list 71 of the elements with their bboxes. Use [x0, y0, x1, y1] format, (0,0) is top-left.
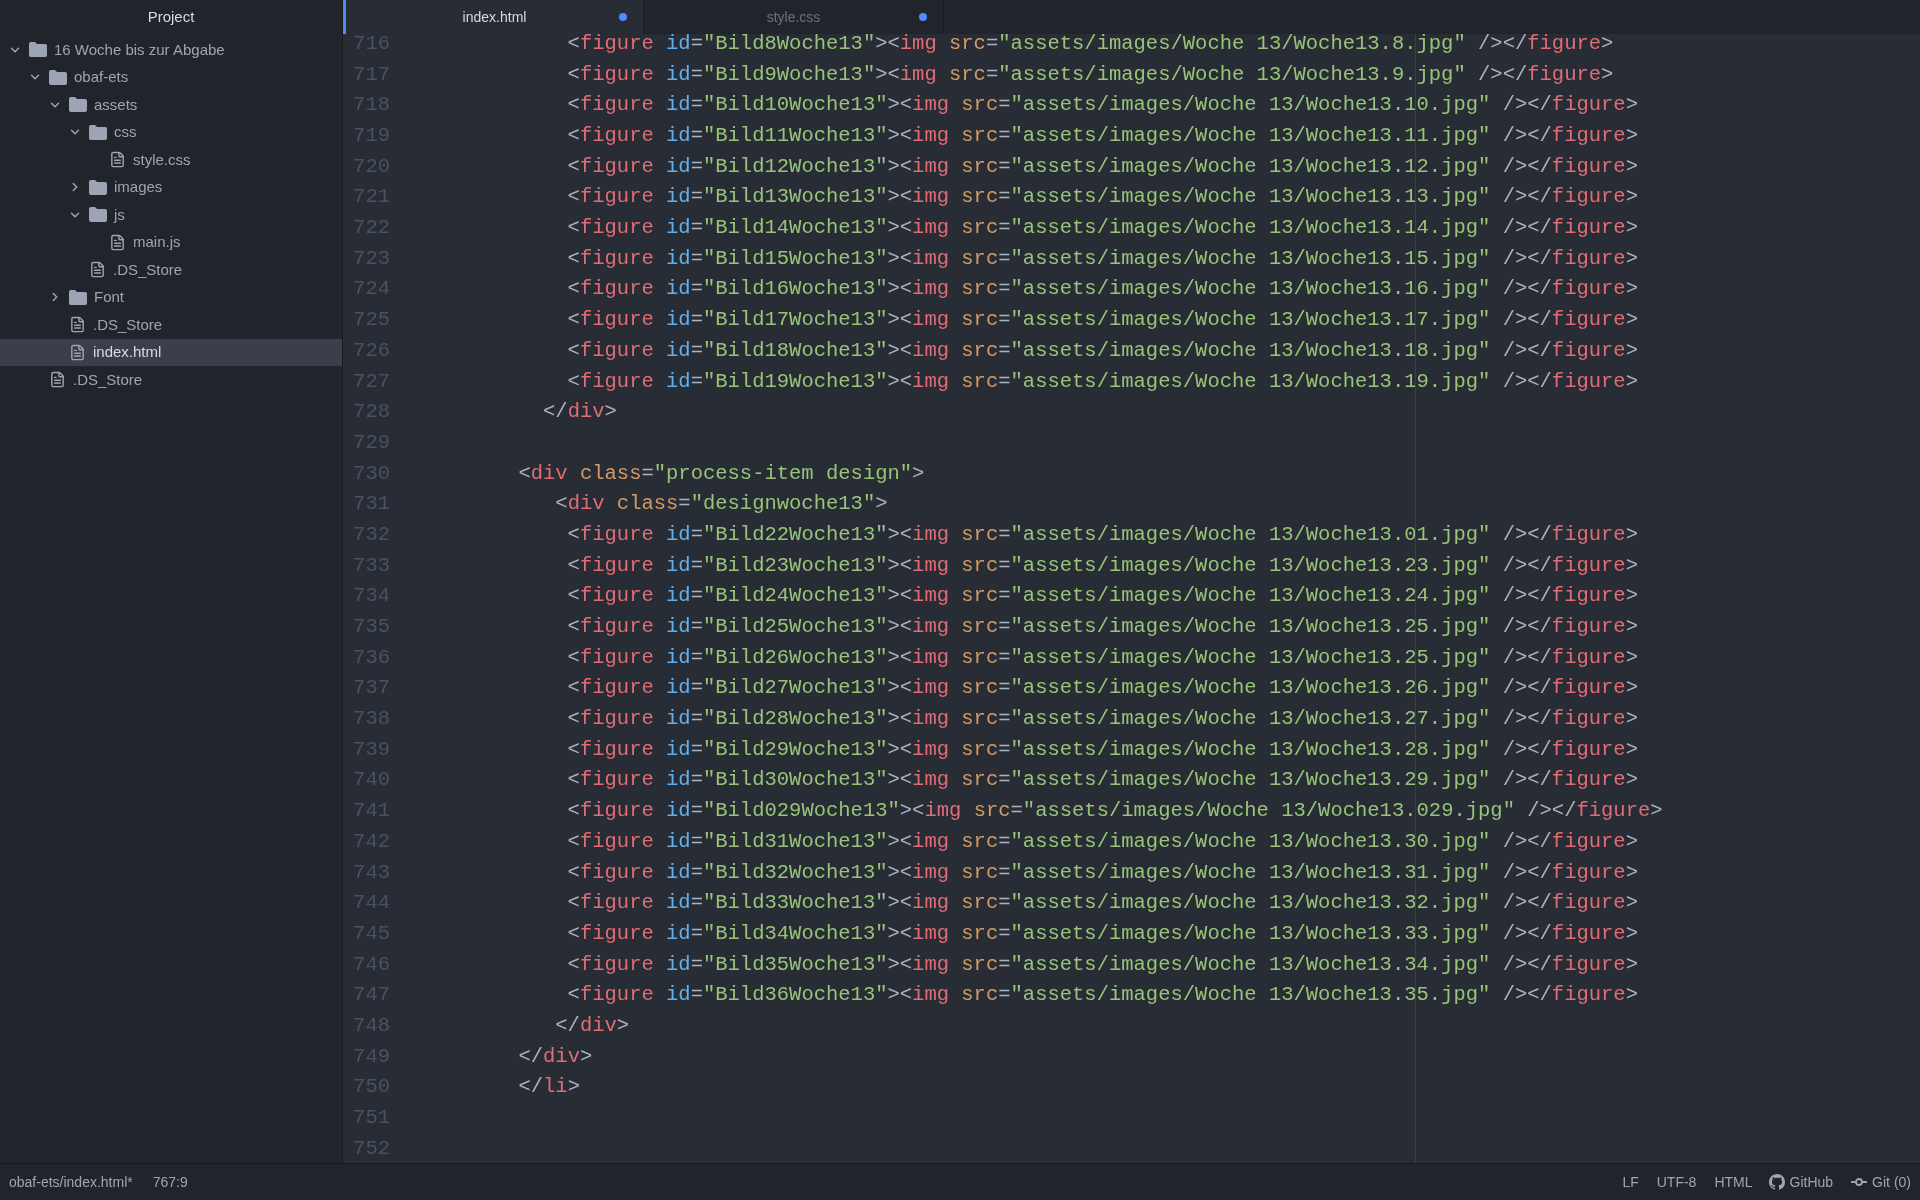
code-line: <div class="process-item design">: [517, 460, 925, 487]
code-line: <figure id="Bild26Woche13"><img src="assets/images/Woche 13/Woche13.25.jpg" /></figure>: [566, 644, 1638, 671]
code-line: <figure id="Bild8Woche13"><img src="assets/images/Woche 13/Woche13.8.jpg" /></figure>: [566, 34, 1614, 57]
cursor-position[interactable]: 767:9: [152, 1171, 188, 1193]
file-icon: [49, 371, 66, 389]
folder-item[interactable]: images: [0, 173, 342, 201]
code-line: <figure id="Bild31Woche13"><img src="assets/images/Woche 13/Woche13.30.jpg" /></figure>: [566, 828, 1638, 855]
git-commit-icon: [1851, 1177, 1868, 1187]
folder-item[interactable]: js: [0, 201, 342, 229]
folder-item[interactable]: obaf-ets: [0, 63, 342, 91]
file-item[interactable]: index.html: [0, 338, 342, 366]
file-path[interactable]: obaf-ets/index.html*: [9, 1171, 133, 1193]
code-line: <figure id="Bild23Woche13"><img src="assets/images/Woche 13/Woche13.23.jpg" /></figure>: [566, 552, 1638, 579]
code-line: <figure id="Bild15Woche13"><img src="assets/images/Woche 13/Woche13.15.jpg" /></figure>: [566, 245, 1638, 272]
git-button[interactable]: Git (0): [1851, 1171, 1911, 1193]
line-ending[interactable]: LF: [1622, 1171, 1639, 1193]
grammar[interactable]: HTML: [1714, 1171, 1753, 1193]
code-line: <figure id="Bild029Woche13"><img src="assets/images/Woche 13/Woche13.029.jpg" /></figure>: [566, 798, 1663, 825]
code-line: <figure id="Bild36Woche13"><img src="assets/images/Woche 13/Woche13.35.jpg" /></figure>: [566, 982, 1638, 1009]
code-line: <figure id="Bild29Woche13"><img src="assets/images/Woche 13/Woche13.28.jpg" /></figure>: [566, 736, 1638, 763]
github-button[interactable]: GitHub: [1768, 1171, 1834, 1193]
code-line: </div>: [554, 1012, 630, 1039]
file-item[interactable]: .DS_Store: [0, 366, 342, 394]
code-line: <figure id="Bild13Woche13"><img src="assets/images/Woche 13/Woche13.13.jpg" /></figure>: [566, 184, 1638, 211]
file-icon: [69, 343, 86, 361]
code-line: <figure id="Bild12Woche13"><img src="assets/images/Woche 13/Woche13.12.jpg" /></figure>: [566, 153, 1638, 180]
github-icon: [1768, 1174, 1785, 1190]
code-line: <figure id="Bild33Woche13"><img src="assets/images/Woche 13/Woche13.32.jpg" /></figure>: [566, 890, 1638, 917]
editor-tab[interactable]: index.html: [343, 0, 643, 34]
file-item[interactable]: main.js: [0, 228, 342, 256]
code-line: <figure id="Bild9Woche13"><img src="assets/images/Woche 13/Woche13.9.jpg" /></figure>: [566, 61, 1614, 88]
sidebar-title: Project: [147, 6, 195, 27]
folder-item[interactable]: css: [0, 118, 342, 146]
file-item[interactable]: style.css: [0, 146, 342, 174]
folder-icon: [29, 42, 47, 58]
code-line: <figure id="Bild34Woche13"><img src="assets/images/Woche 13/Woche13.33.jpg" /></figure>: [566, 920, 1638, 947]
code-line: <figure id="Bild11Woche13"><img src="assets/images/Woche 13/Woche13.11.jpg" /></figure>: [566, 123, 1638, 150]
code-line: <figure id="Bild10Woche13"><img src="assets/images/Woche 13/Woche13.10.jpg" /></figure>: [566, 92, 1638, 119]
code-line: </div>: [517, 1043, 593, 1070]
folder-item[interactable]: 16 Woche bis zur Abgabe: [0, 36, 342, 64]
code-line: <figure id="Bild30Woche13"><img src="assets/images/Woche 13/Woche13.29.jpg" /></figure>: [566, 767, 1638, 794]
code-line: </li>: [517, 1074, 580, 1101]
file-item[interactable]: .DS_Store: [0, 256, 342, 284]
code-line: <figure id="Bild35Woche13"><img src="assets/images/Woche 13/Woche13.34.jpg" /></figure>: [566, 951, 1638, 978]
file-item[interactable]: .DS_Store: [0, 311, 342, 339]
folder-icon: [89, 179, 107, 195]
code-line: <figure id="Bild24Woche13"><img src="assets/images/Woche 13/Woche13.24.jpg" /></figure>: [566, 583, 1638, 610]
code-line: <figure id="Bild19Woche13"><img src="assets/images/Woche 13/Woche13.19.jpg" /></figure>: [566, 368, 1638, 395]
folder-item[interactable]: assets: [0, 91, 342, 119]
file-icon: [109, 151, 126, 169]
file-icon: [69, 316, 86, 334]
code-line: <figure id="Bild32Woche13"><img src="assets/images/Woche 13/Woche13.31.jpg" /></figure>: [566, 859, 1638, 886]
code-line: <figure id="Bild17Woche13"><img src="assets/images/Woche 13/Woche13.17.jpg" /></figure>: [566, 307, 1638, 334]
code-line: <figure id="Bild22Woche13"><img src="assets/images/Woche 13/Woche13.01.jpg" /></figure>: [566, 521, 1638, 548]
code-line: <figure id="Bild28Woche13"><img src="assets/images/Woche 13/Woche13.27.jpg" /></figure>: [566, 706, 1638, 733]
code-line: <figure id="Bild14Woche13"><img src="assets/images/Woche 13/Woche13.14.jpg" /></figure>: [566, 215, 1638, 242]
folder-icon: [69, 289, 87, 305]
code-line: <figure id="Bild18Woche13"><img src="assets/images/Woche 13/Woche13.18.jpg" /></figure>: [566, 337, 1638, 364]
encoding[interactable]: UTF-8: [1656, 1171, 1697, 1193]
code-line: <figure id="Bild27Woche13"><img src="assets/images/Woche 13/Woche13.26.jpg" /></figure>: [566, 675, 1638, 702]
code-line: <div class="designwoche13">: [554, 491, 888, 518]
folder-item[interactable]: Font: [0, 283, 342, 311]
folder-icon: [49, 69, 67, 85]
folder-icon: [69, 97, 87, 113]
code-line: <figure id="Bild25Woche13"><img src="assets/images/Woche 13/Woche13.25.jpg" /></figure>: [566, 614, 1638, 641]
code-line: </div>: [542, 399, 617, 426]
file-icon: [89, 261, 106, 279]
file-icon: [109, 233, 126, 251]
folder-icon: [89, 207, 107, 223]
code-line: <figure id="Bild16Woche13"><img src="assets/images/Woche 13/Woche13.16.jpg" /></figure>: [566, 276, 1638, 303]
folder-icon: [89, 124, 107, 140]
